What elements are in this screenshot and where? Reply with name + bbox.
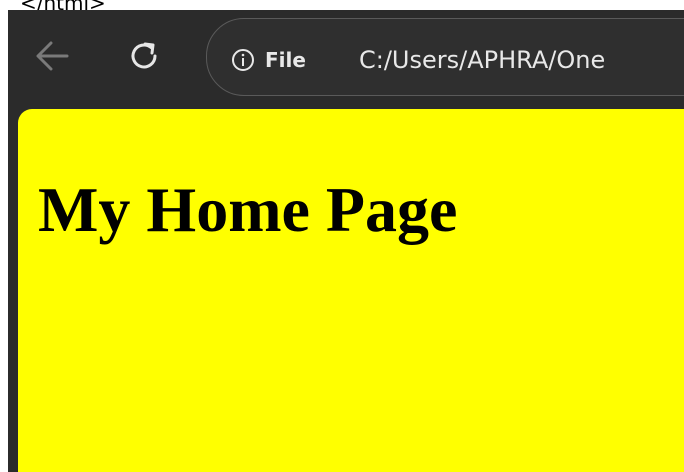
address-bar[interactable]: File C:/Users/APHRA/One — [206, 18, 684, 96]
page-viewport: My Home Page — [18, 109, 684, 472]
info-icon — [231, 48, 255, 72]
page-title: My Home Page — [38, 174, 458, 245]
refresh-icon — [131, 42, 157, 69]
back-button[interactable] — [32, 36, 72, 76]
browser-window: File C:/Users/APHRA/One My Home Page — [8, 10, 684, 472]
url-text[interactable]: C:/Users/APHRA/One — [359, 46, 605, 74]
site-info-label: File — [265, 48, 306, 72]
browser-toolbar: File C:/Users/APHRA/One — [8, 10, 684, 102]
site-info-button[interactable]: File — [231, 47, 306, 73]
arrow-left-icon — [36, 41, 69, 71]
screenshot: </html> File C:/Users/APHRA/One My Home … — [0, 0, 684, 472]
reload-button[interactable] — [124, 37, 164, 77]
